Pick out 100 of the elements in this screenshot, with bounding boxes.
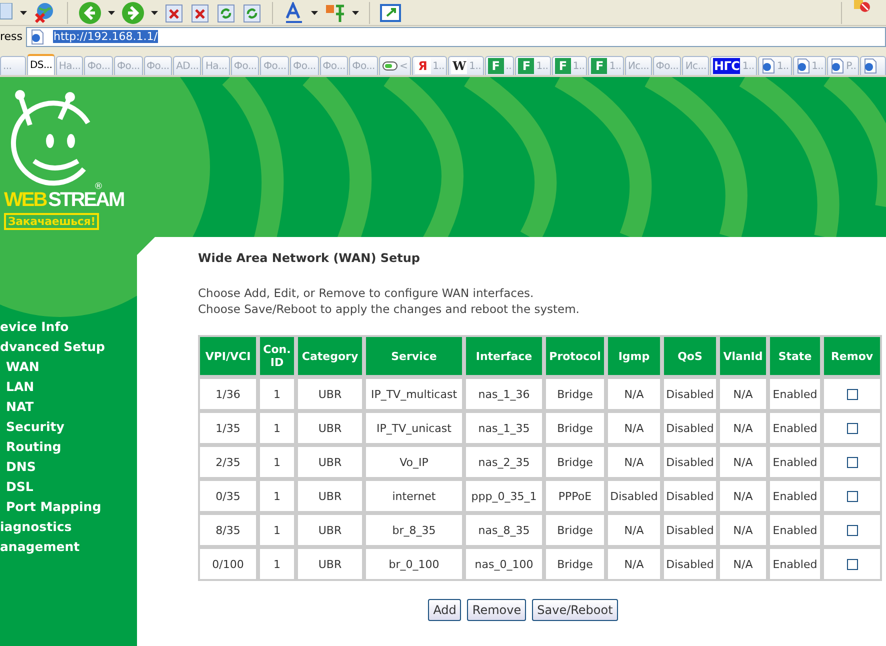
table-cell: Enabled bbox=[768, 547, 822, 581]
column-header: Service bbox=[364, 335, 464, 377]
browser-tab[interactable]: Фо... bbox=[320, 56, 348, 75]
site-icon: Я bbox=[414, 58, 431, 74]
browser-tab[interactable]: F 1.. bbox=[552, 56, 588, 75]
table-cell: Disabled bbox=[662, 547, 718, 581]
browser-tab[interactable]: Фо... bbox=[260, 56, 290, 75]
browser-tab[interactable]: Ис... bbox=[624, 56, 652, 75]
sidebar-item[interactable]: Port Mapping bbox=[0, 497, 137, 517]
table-cell: Bridge bbox=[544, 445, 606, 479]
browser-tab[interactable]: 1.. bbox=[792, 56, 826, 75]
caret-icon[interactable] bbox=[108, 10, 115, 16]
browser-tab[interactable]: Фо... bbox=[114, 56, 142, 75]
table-cell: Enabled bbox=[768, 411, 822, 445]
forward-icon[interactable] bbox=[121, 0, 145, 24]
browser-tab[interactable]: F .. bbox=[484, 56, 514, 75]
sidebar-item[interactable]: iagnostics bbox=[0, 517, 137, 537]
column-header: Category bbox=[296, 335, 364, 377]
browser-tab[interactable]: P.. bbox=[827, 56, 860, 75]
browser-tab[interactable]: Фо... bbox=[230, 56, 260, 75]
instruction-text: Choose Add, Edit, or Remove to configure WAN interfaces. bbox=[198, 285, 535, 301]
sidebar-item[interactable]: WAN bbox=[0, 357, 137, 377]
browser-tab[interactable] bbox=[860, 56, 886, 75]
browser-tab[interactable]: W 1.. bbox=[448, 56, 484, 75]
column-header: Igmp bbox=[606, 335, 662, 377]
remove-checkbox[interactable] bbox=[846, 558, 858, 570]
sidebar-item[interactable]: DSL bbox=[0, 477, 137, 497]
stop-icon[interactable] bbox=[164, 2, 184, 22]
refresh-icon[interactable] bbox=[216, 2, 236, 22]
table-cell: N/A bbox=[606, 445, 662, 479]
refresh-icon[interactable] bbox=[242, 2, 262, 22]
table-cell: nas_1_36 bbox=[464, 377, 544, 411]
column-header: QoS bbox=[662, 335, 718, 377]
table-cell: N/A bbox=[606, 513, 662, 547]
url-text: http://192.168.1.1/ bbox=[52, 30, 158, 43]
table-cell: 1 bbox=[258, 547, 296, 581]
sidebar-item[interactable]: DNS bbox=[0, 457, 137, 477]
logo-word: STREAM bbox=[48, 189, 124, 212]
caret-icon[interactable] bbox=[151, 10, 158, 16]
browser-tab[interactable]: < bbox=[378, 56, 411, 75]
back-icon[interactable] bbox=[78, 0, 102, 24]
popup-blocked-icon[interactable] bbox=[852, 0, 872, 14]
column-header: State bbox=[768, 335, 822, 377]
remove-checkbox[interactable] bbox=[846, 524, 858, 536]
sidebar-item[interactable]: Routing bbox=[0, 437, 137, 457]
table-cell: N/A bbox=[606, 411, 662, 445]
table-cell: PPPoE bbox=[544, 479, 606, 513]
table-cell: 2/35 bbox=[198, 445, 258, 479]
browser-tab[interactable]: AD... bbox=[173, 56, 202, 75]
remove-checkbox[interactable] bbox=[846, 388, 858, 400]
column-header: Con. ID bbox=[258, 335, 296, 377]
address-field[interactable]: http://192.168.1.1/ bbox=[26, 26, 886, 46]
table-cell: 1 bbox=[258, 479, 296, 513]
browser-tab[interactable]: На... bbox=[56, 56, 84, 75]
font-size-icon[interactable] bbox=[283, 2, 305, 24]
browser-tab[interactable]: Фо... bbox=[290, 56, 319, 75]
remove-checkbox[interactable] bbox=[846, 490, 858, 502]
browser-tab[interactable]: Я 1.. bbox=[412, 56, 448, 75]
browser-tab[interactable]: Фо... bbox=[144, 56, 172, 75]
save-reboot-button[interactable]: Save/Reboot bbox=[532, 599, 618, 621]
table-cell: 0/35 bbox=[198, 479, 258, 513]
browser-tab[interactable]: 1.. bbox=[758, 56, 792, 75]
remove-button[interactable]: Remove bbox=[467, 599, 526, 621]
instruction-text: Choose Save/Reboot to apply the changes and reboot the system. bbox=[198, 301, 580, 317]
new-window-icon[interactable] bbox=[380, 2, 402, 22]
page-icon bbox=[830, 58, 844, 74]
table-cell: Disabled bbox=[606, 479, 662, 513]
sidebar-item[interactable]: Security bbox=[0, 417, 137, 437]
sidebar-item[interactable]: NAT bbox=[0, 397, 137, 417]
browser-tab[interactable]: Фо... bbox=[349, 56, 378, 75]
table-cell: nas_8_35 bbox=[464, 513, 544, 547]
table-cell: 1 bbox=[258, 411, 296, 445]
browser-tab[interactable]: ... bbox=[0, 56, 26, 75]
table-cell: Enabled bbox=[768, 479, 822, 513]
browser-tab[interactable]: F 1.. bbox=[515, 56, 551, 75]
logo-word: WEB bbox=[4, 189, 46, 212]
add-button[interactable]: Add bbox=[428, 599, 462, 621]
sidebar-item[interactable]: LAN bbox=[0, 377, 137, 397]
browser-tab[interactable]: НГС 1.. bbox=[710, 56, 758, 75]
table-cell: Bridge bbox=[544, 411, 606, 445]
remove-checkbox[interactable] bbox=[846, 422, 858, 434]
sidebar-item[interactable]: dvanced Setup bbox=[0, 337, 137, 357]
sidebar-item[interactable]: anagement bbox=[0, 537, 137, 557]
remove-checkbox[interactable] bbox=[846, 456, 858, 468]
browser-tab[interactable]: Ис... bbox=[682, 56, 710, 75]
stop-icon[interactable] bbox=[190, 2, 210, 22]
caret-icon[interactable] bbox=[20, 10, 27, 16]
page-title: Wide Area Network (WAN) Setup bbox=[198, 251, 422, 265]
table-cell: UBR bbox=[296, 479, 364, 513]
caret-icon[interactable] bbox=[352, 10, 359, 16]
table-cell: N/A bbox=[606, 547, 662, 581]
browser-tab[interactable]: Фо... bbox=[84, 56, 113, 75]
browser-tab[interactable]: DS... bbox=[27, 54, 55, 75]
table-cell: nas_0_100 bbox=[464, 547, 544, 581]
table-cell: UBR bbox=[296, 547, 364, 581]
browser-tab[interactable]: На... bbox=[202, 56, 230, 75]
caret-icon[interactable] bbox=[311, 10, 318, 16]
browser-tab[interactable]: F 1.. bbox=[588, 56, 624, 75]
sidebar-item[interactable]: evice Info bbox=[0, 317, 137, 337]
browser-tab[interactable]: Фо... bbox=[652, 56, 682, 75]
